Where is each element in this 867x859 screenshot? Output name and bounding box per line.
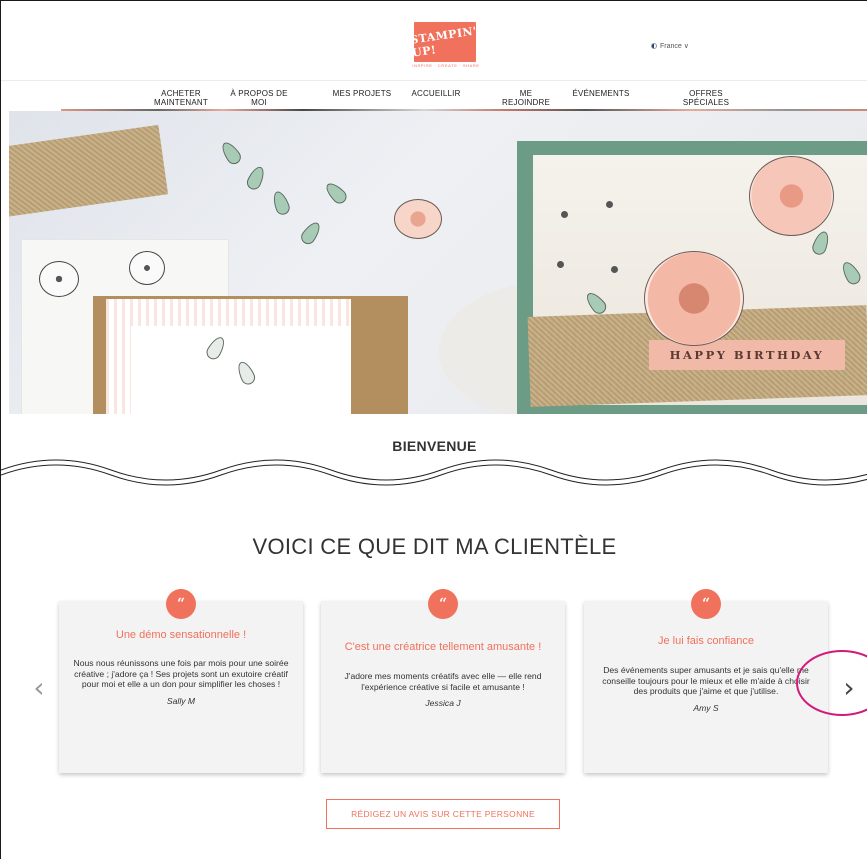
- testimonial-body: Des événements super amusants et je sais…: [596, 665, 816, 713]
- nav-item-me-rejoindre[interactable]: ME REJOINDRE: [496, 89, 556, 107]
- leaf-icon: [322, 179, 350, 207]
- language-selector[interactable]: France ∨: [651, 42, 689, 50]
- nav-item-a-propos[interactable]: À PROPOS DE MOI: [229, 89, 289, 107]
- brad-dot: [606, 201, 613, 208]
- testimonial-body: J'adore mes moments créatifs avec elle —…: [333, 671, 553, 709]
- brad-dot: [557, 261, 564, 268]
- testimonials-title: VOICI CE QUE DIT MA CLIENTÈLE: [252, 534, 617, 559]
- nav-item-evenements[interactable]: ÉVÉNEMENTS: [566, 89, 636, 98]
- happy-birthday-banner: HAPPY BIRTHDAY: [649, 340, 845, 370]
- hero-image: HAPPY BIRTHDAY: [9, 111, 867, 414]
- leaf-icon: [270, 189, 292, 217]
- testimonial-card: “ C'est une créatrice tellement amusante…: [321, 589, 565, 773]
- flower-icon: [394, 199, 442, 239]
- brad-dot: [611, 266, 618, 273]
- flower-icon: [129, 251, 165, 285]
- stampin-up-logo[interactable]: STAMPIN' UP!: [410, 22, 478, 62]
- brad-dot: [561, 211, 568, 218]
- testimonial-card: “ Une démo sensationnelle ! Nous nous ré…: [59, 589, 303, 773]
- testimonial-body: Nous nous réunissons une fois par mois p…: [71, 658, 291, 706]
- site-header: STAMPIN' UP! INSPIRE · CREATE · SHARE Fr…: [1, 1, 867, 81]
- logo-text: STAMPIN' UP!: [409, 24, 479, 60]
- testimonial-author: Amy S: [693, 702, 719, 713]
- testimonial-text: Nous nous réunissons une fois par mois p…: [73, 658, 289, 689]
- quote-icon: “: [428, 589, 458, 619]
- wave-divider: [1, 459, 867, 486]
- burlap-ribbon: [9, 124, 169, 218]
- nav-item-offres-speciales[interactable]: OFFRES SPÉCIALES: [676, 89, 736, 107]
- testimonial-title: Une démo sensationnelle !: [115, 629, 247, 641]
- testimonial-card: “ Je lui fais confiance Des événements s…: [584, 589, 828, 773]
- testimonial-title: C'est une créatrice tellement amusante !: [344, 641, 542, 653]
- leaf-icon: [218, 139, 244, 167]
- flower-icon: [749, 156, 834, 236]
- nav-item-mes-projets[interactable]: MES PROJETS: [331, 89, 393, 98]
- page: STAMPIN' UP! INSPIRE · CREATE · SHARE Fr…: [0, 0, 867, 859]
- nav-item-acheter[interactable]: ACHETER MAINTENANT: [151, 89, 211, 107]
- logo-tagline: INSPIRE · CREATE · SHARE: [412, 63, 480, 68]
- welcome-title: BIENVENUE: [392, 438, 477, 454]
- testimonial-text: J'adore mes moments créatifs avec elle —…: [344, 671, 542, 692]
- carousel-prev-arrow-icon[interactable]: ‹: [29, 673, 49, 703]
- language-label: France ∨: [660, 43, 689, 50]
- main-nav: ACHETER MAINTENANT À PROPOS DE MOI MES P…: [1, 89, 867, 111]
- france-flag-icon: [651, 43, 657, 49]
- testimonial-title: Je lui fais confiance: [658, 635, 754, 647]
- leaf-icon: [244, 164, 268, 192]
- testimonial-author: Jessica J: [425, 698, 461, 708]
- nav-item-accueillir[interactable]: ACCUEILLIR: [406, 89, 466, 98]
- quote-icon: “: [166, 589, 196, 619]
- quote-icon: “: [691, 589, 721, 619]
- flower-icon: [644, 251, 744, 346]
- leaf-icon: [298, 219, 324, 247]
- testimonial-text: Des événements super amusants et je sais…: [602, 665, 810, 696]
- testimonial-author: Sally M: [166, 695, 196, 706]
- write-review-button[interactable]: RÉDIGEZ UN AVIS SUR CETTE PERSONNE: [326, 799, 560, 829]
- flower-icon: [39, 261, 79, 297]
